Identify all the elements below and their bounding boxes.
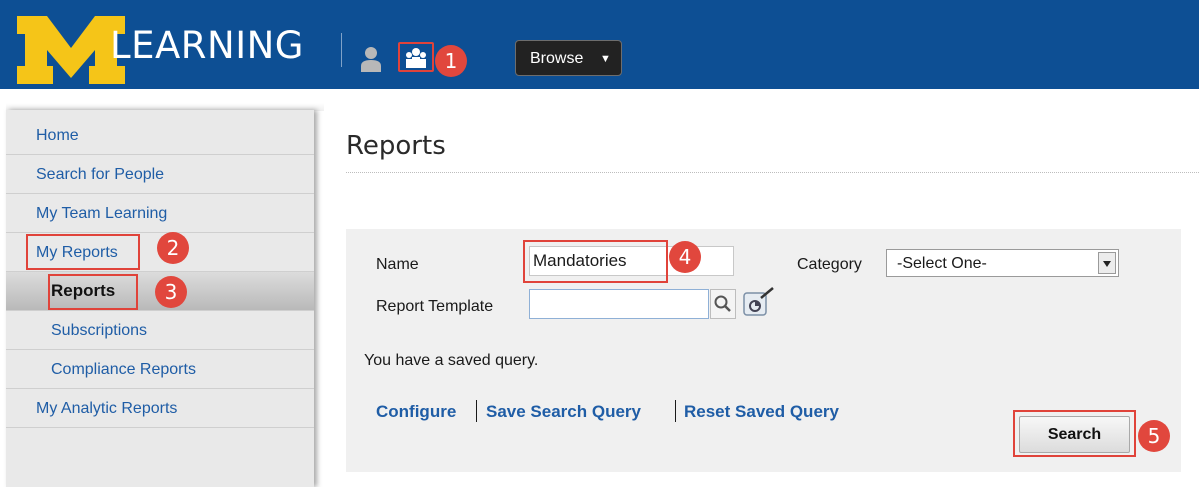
nav-item-label: My Reports xyxy=(36,244,118,261)
configure-link[interactable]: Configure xyxy=(376,402,456,422)
saved-query-message: You have a saved query. xyxy=(364,352,539,369)
step-callout-1: 1 xyxy=(435,45,467,77)
category-selected-value: -Select One- xyxy=(897,255,987,272)
search-button[interactable]: Search xyxy=(1019,416,1130,453)
logo-text: LEARNING xyxy=(110,24,304,67)
nav-item-label: Search for People xyxy=(36,166,165,183)
nav-item-search-for-people[interactable]: Search for People xyxy=(6,155,314,194)
step-callout-5: 5 xyxy=(1138,420,1170,452)
person-icon[interactable] xyxy=(359,46,383,72)
report-name-input[interactable] xyxy=(529,246,734,276)
nav-item-label: My Analytic Reports xyxy=(36,400,178,417)
step-callout-3: 3 xyxy=(155,276,187,308)
report-template-label: Report Template xyxy=(376,298,494,315)
nav-item-label: Compliance Reports xyxy=(51,361,196,378)
title-divider xyxy=(346,172,1199,173)
nav-item-label: Subscriptions xyxy=(51,322,148,339)
link-divider xyxy=(675,400,676,422)
link-divider xyxy=(476,400,477,422)
team-people-icon xyxy=(406,48,426,68)
lookup-button[interactable] xyxy=(710,289,736,319)
nav-item-label: Reports xyxy=(51,281,116,300)
header-divider xyxy=(341,33,342,67)
dropdown-arrow-icon[interactable] xyxy=(1098,252,1116,274)
browse-label: Browse xyxy=(530,50,584,67)
category-label: Category xyxy=(797,256,862,273)
name-label: Name xyxy=(376,256,419,273)
nav-item-home[interactable]: Home xyxy=(6,116,314,155)
nav-item-compliance-reports[interactable]: Compliance Reports xyxy=(6,350,314,389)
page-title: Reports xyxy=(346,131,446,161)
template-picker-icon xyxy=(743,287,774,316)
top-banner: LEARNING 1 Browse ▼ xyxy=(0,0,1199,89)
nav-item-subscriptions[interactable]: Subscriptions xyxy=(6,311,314,350)
browse-dropdown-button[interactable]: Browse ▼ xyxy=(515,40,622,76)
category-select[interactable]: -Select One- xyxy=(886,249,1119,277)
nav-item-my-analytic-reports[interactable]: My Analytic Reports xyxy=(6,389,314,428)
template-browser-button[interactable] xyxy=(741,286,777,318)
step-callout-2: 2 xyxy=(157,232,189,264)
step-callout-4: 4 xyxy=(669,241,701,273)
caret-down-icon: ▼ xyxy=(600,53,611,65)
save-search-query-link[interactable]: Save Search Query xyxy=(486,402,641,422)
nav-item-my-team-learning[interactable]: My Team Learning xyxy=(6,194,314,233)
block-m-logo-icon[interactable] xyxy=(17,14,125,84)
report-template-input[interactable] xyxy=(529,289,709,319)
nav-item-label: My Team Learning xyxy=(36,205,168,222)
nav-item-label: Home xyxy=(36,127,79,144)
magnifier-icon xyxy=(714,295,731,312)
reset-saved-query-link[interactable]: Reset Saved Query xyxy=(684,402,839,422)
manager-team-icon[interactable] xyxy=(398,42,434,72)
